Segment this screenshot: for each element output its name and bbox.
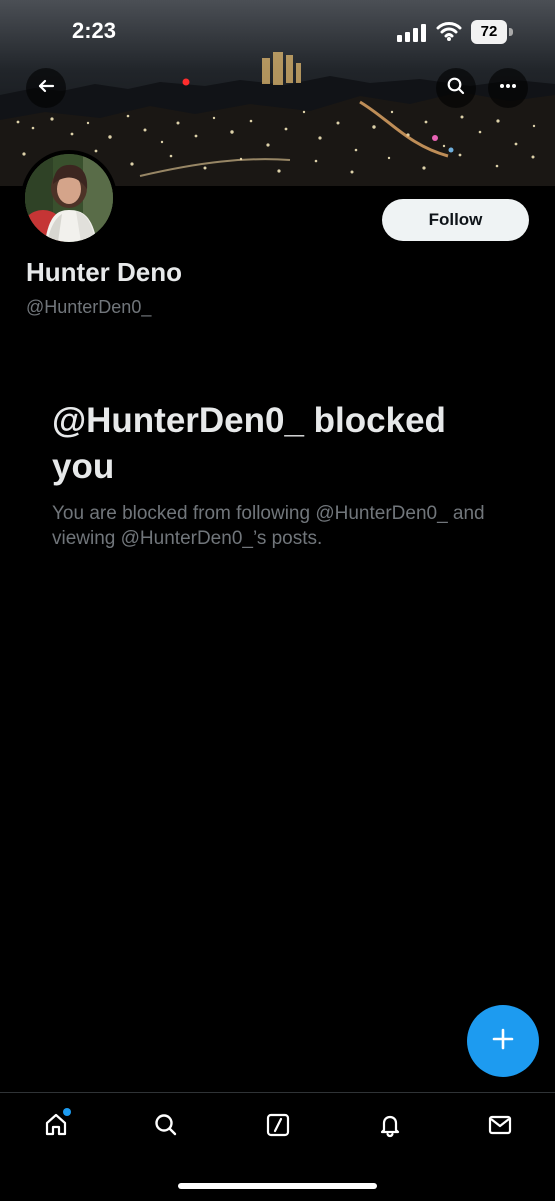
nav-grok[interactable]	[258, 1107, 298, 1147]
more-horizontal-icon	[498, 76, 518, 101]
status-bar: 2:23 72	[0, 0, 555, 66]
status-time: 2:23	[72, 18, 117, 43]
mail-icon	[485, 1110, 515, 1145]
home-indicator	[178, 1183, 377, 1189]
blocked-description: You are blocked from following @HunterDe…	[52, 503, 485, 549]
blocked-title: @HunterDen0_ blocked you	[52, 401, 446, 486]
search-icon	[446, 76, 466, 101]
nav-messages[interactable]	[480, 1107, 520, 1147]
avatar-image	[25, 154, 113, 242]
plus-icon	[489, 1025, 517, 1058]
nav-notifications[interactable]	[370, 1107, 410, 1147]
battery-cap	[509, 28, 513, 36]
arrow-left-icon	[36, 76, 56, 101]
search-button[interactable]	[436, 68, 476, 108]
wifi-icon	[436, 20, 462, 42]
back-button[interactable]	[26, 68, 66, 108]
profile-handle: @HunterDen0_	[26, 297, 152, 317]
nav-search[interactable]	[146, 1107, 186, 1147]
cellular-signal-icon	[397, 24, 427, 42]
more-options-button[interactable]	[488, 68, 528, 108]
follow-button[interactable]: Follow	[382, 199, 529, 241]
slash-box-icon	[263, 1110, 293, 1145]
nav-home[interactable]	[36, 1107, 76, 1147]
battery-indicator: 72	[471, 20, 514, 44]
profile-avatar[interactable]	[21, 150, 117, 246]
search-icon	[151, 1110, 181, 1145]
bell-icon	[375, 1110, 405, 1145]
home-notification-dot	[63, 1108, 71, 1116]
profile-display-name: Hunter Deno	[26, 257, 182, 287]
battery-level: 72	[480, 23, 498, 40]
compose-post-button[interactable]	[467, 1005, 539, 1077]
